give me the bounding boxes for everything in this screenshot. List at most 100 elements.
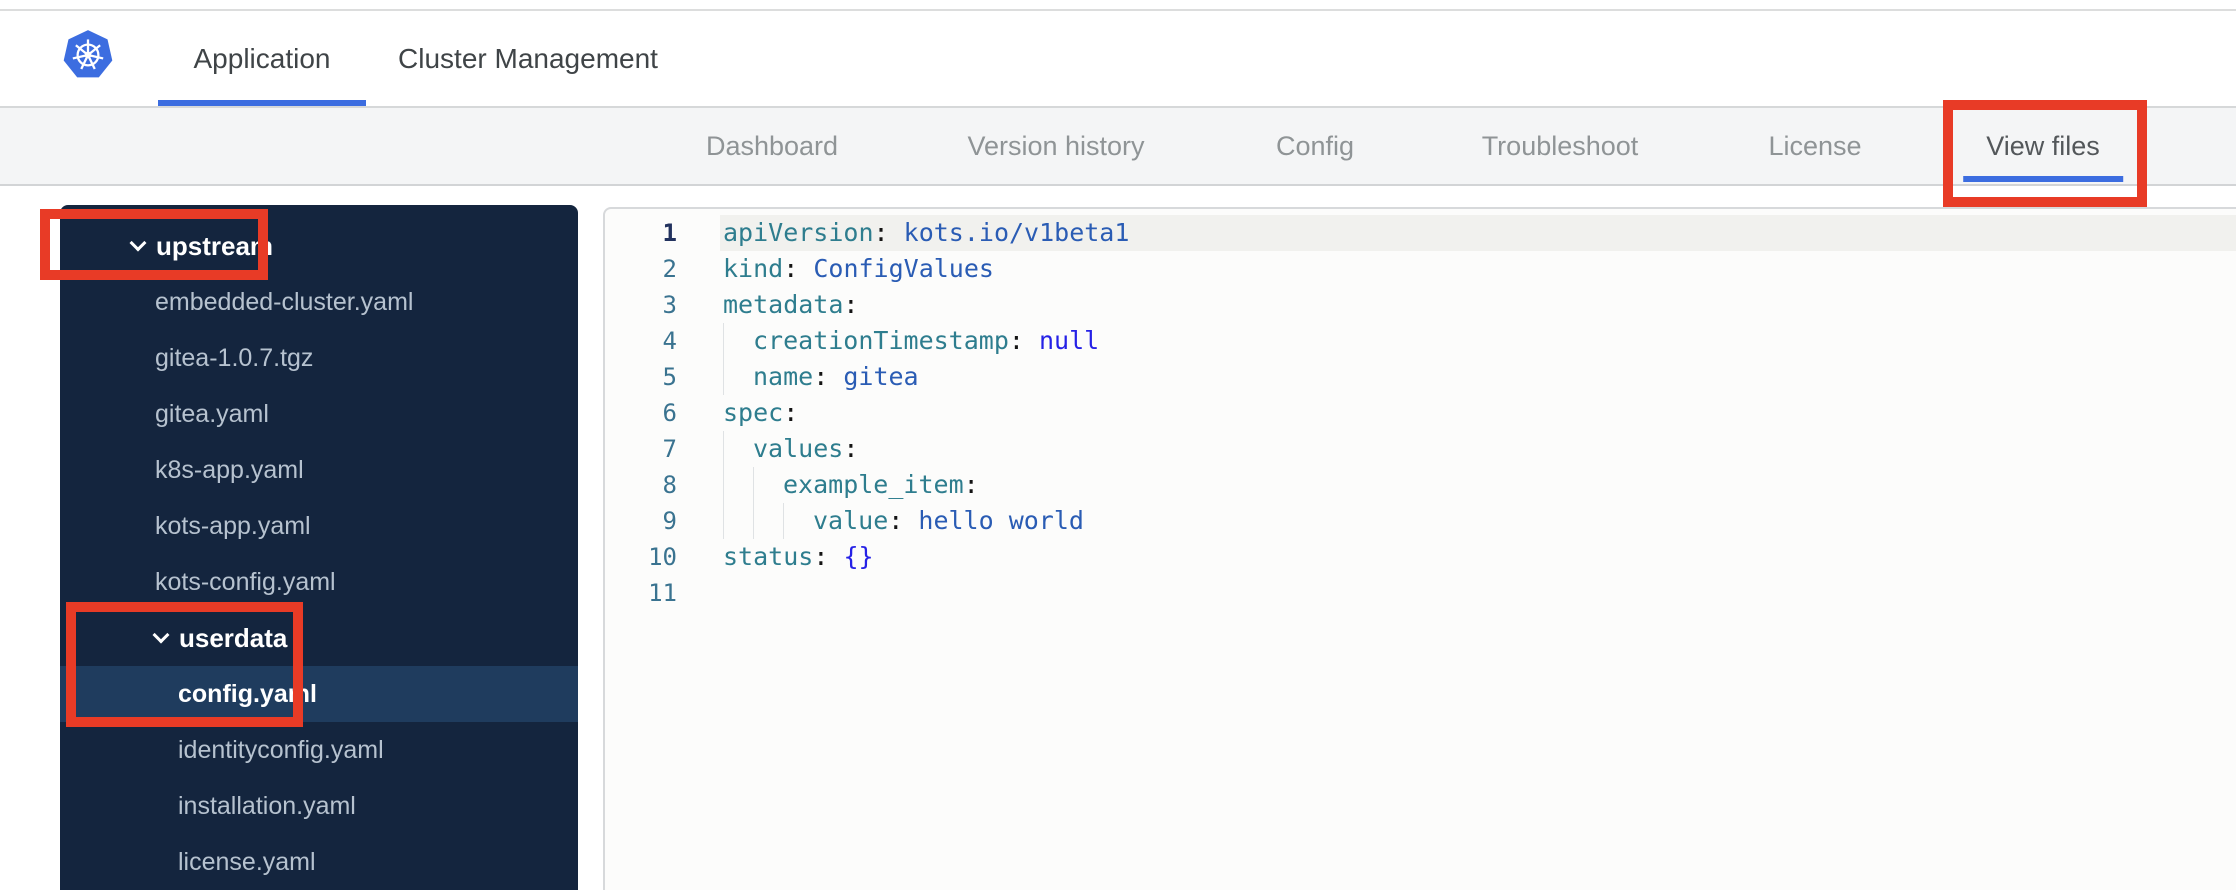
code-line-1: 1 apiVersion: kots.io/v1beta1 bbox=[605, 215, 2236, 251]
token-punc: : bbox=[813, 542, 829, 571]
line-number: 7 bbox=[662, 435, 677, 463]
tree-item-kots-app-yaml[interactable]: kots-app.yaml bbox=[60, 498, 578, 554]
code-line-7: 7 values: bbox=[605, 431, 2236, 467]
token-punc: : bbox=[843, 290, 859, 319]
code-line-10: 10 status: {} bbox=[605, 539, 2236, 575]
indent-guide bbox=[753, 503, 783, 539]
file-label: license.yaml bbox=[178, 848, 316, 876]
folder-label: upstream bbox=[156, 231, 274, 261]
editor-lines: 1 apiVersion: kots.io/v1beta1 2 kind: Confi… bbox=[605, 215, 2236, 611]
tree-item-k8s-app-yaml[interactable]: k8s-app.yaml bbox=[60, 442, 578, 498]
code-line-4: 4 creationTimestamp: null bbox=[605, 323, 2236, 359]
indent-guide bbox=[723, 467, 753, 503]
indent-guide bbox=[783, 503, 813, 539]
code-content: apiVersion: kots.io/v1beta1 bbox=[720, 215, 2236, 251]
token-punc: : bbox=[783, 398, 799, 427]
token-key: spec bbox=[723, 398, 784, 427]
file-label: config.yaml bbox=[178, 680, 317, 708]
tree-item-gitea-yaml[interactable]: gitea.yaml bbox=[60, 386, 578, 442]
file-label: identityconfig.yaml bbox=[178, 736, 384, 764]
topnav: Application Cluster Management bbox=[0, 11, 2236, 108]
token-key: kind bbox=[723, 254, 784, 283]
token-key: metadata bbox=[723, 290, 844, 319]
token-punc: : bbox=[843, 434, 859, 463]
indent-guide bbox=[723, 503, 753, 539]
tree-item-upstream[interactable]: upstream bbox=[60, 218, 578, 274]
tree-item-userdata[interactable]: userdata bbox=[60, 610, 578, 666]
subnav-tab-troubleshoot[interactable]: Troubleshoot bbox=[1482, 108, 1639, 184]
code-content: kind: ConfigValues bbox=[720, 251, 2236, 287]
token-value: ConfigValues bbox=[813, 254, 994, 283]
file-label: installation.yaml bbox=[178, 792, 356, 820]
line-number: 4 bbox=[662, 327, 677, 355]
yaml-editor[interactable]: 1 apiVersion: kots.io/v1beta1 2 kind: Confi… bbox=[603, 207, 2236, 890]
subnav-tab-license[interactable]: License bbox=[1768, 108, 1861, 184]
token-punc: : bbox=[963, 470, 979, 499]
file-label: gitea-1.0.7.tgz bbox=[155, 344, 314, 372]
code-content: values: bbox=[720, 431, 2236, 467]
code-content: value: hello world bbox=[720, 503, 2236, 539]
line-number: 3 bbox=[662, 291, 677, 319]
subnav-active-underline bbox=[1963, 176, 2123, 182]
file-label: embedded-cluster.yaml bbox=[155, 288, 414, 316]
tree-item-identityconfig-yaml[interactable]: identityconfig.yaml bbox=[60, 722, 578, 778]
indent-guide bbox=[723, 359, 753, 395]
tree-item-embedded-cluster-yaml[interactable]: embedded-cluster.yaml bbox=[60, 274, 578, 330]
file-label: kots-app.yaml bbox=[155, 512, 311, 540]
code-content: metadata: bbox=[720, 287, 2236, 323]
token-punc: : bbox=[888, 506, 904, 535]
chevron-down-icon bbox=[152, 626, 179, 643]
token-key: apiVersion bbox=[723, 218, 874, 247]
kubernetes-logo-icon bbox=[63, 30, 113, 78]
subnav-tab-view-files[interactable]: View files bbox=[1963, 108, 2123, 184]
code-line-5: 5 name: gitea bbox=[605, 359, 2236, 395]
subnav-tab-version-history[interactable]: Version history bbox=[967, 108, 1144, 184]
token-key: name bbox=[753, 362, 814, 391]
line-number: 6 bbox=[662, 399, 677, 427]
token-value: kots.io/v1beta1 bbox=[903, 218, 1130, 247]
token-value: gitea bbox=[843, 362, 919, 391]
token-value: hello world bbox=[918, 506, 1084, 535]
tree-item-installation-yaml[interactable]: installation.yaml bbox=[60, 778, 578, 834]
code-line-9: 9 value: hello world bbox=[605, 503, 2236, 539]
line-number: 9 bbox=[662, 507, 677, 535]
token-atom: null bbox=[1039, 326, 1100, 355]
code-line-3: 3 metadata: bbox=[605, 287, 2236, 323]
topnav-tab-cluster-management[interactable]: Cluster Management bbox=[398, 11, 658, 106]
tree-item-config-yaml[interactable]: config.yaml bbox=[60, 666, 578, 722]
topnav-active-underline bbox=[158, 100, 366, 106]
topnav-tab-application[interactable]: Application bbox=[194, 11, 331, 106]
token-atom: {} bbox=[843, 542, 874, 571]
line-number: 1 bbox=[662, 219, 677, 247]
chevron-down-icon bbox=[129, 234, 156, 251]
tree-item-kots-config-yaml[interactable]: kots-config.yaml bbox=[60, 554, 578, 610]
code-content: example_item: bbox=[720, 467, 2236, 503]
file-tree-sidebar: upstream embedded-cluster.yaml gitea-1.0.7… bbox=[60, 205, 578, 890]
line-number: 8 bbox=[662, 471, 677, 499]
subnav: Dashboard Version history Config Troublesho… bbox=[0, 108, 2236, 186]
code-line-2: 2 kind: ConfigValues bbox=[605, 251, 2236, 287]
tree-item-gitea-1-0-7-tgz[interactable]: gitea-1.0.7.tgz bbox=[60, 330, 578, 386]
indent-guide bbox=[723, 431, 753, 467]
token-key: values bbox=[753, 434, 844, 463]
code-content: creationTimestamp: null bbox=[720, 323, 2236, 359]
token-punc: : bbox=[813, 362, 829, 391]
tree-item-license-yaml[interactable]: license.yaml bbox=[60, 834, 578, 890]
token-key: example_item bbox=[783, 470, 964, 499]
token-key: creationTimestamp bbox=[753, 326, 1009, 355]
code-content: name: gitea bbox=[720, 359, 2236, 395]
kots-admin-console: Application Cluster Management Dashboard V… bbox=[0, 0, 2236, 890]
code-line-6: 6 spec: bbox=[605, 395, 2236, 431]
token-punc: : bbox=[783, 254, 799, 283]
file-tree: upstream embedded-cluster.yaml gitea-1.0.7… bbox=[60, 218, 578, 890]
line-number: 10 bbox=[648, 543, 677, 571]
subnav-tab-config[interactable]: Config bbox=[1276, 108, 1354, 184]
token-punc: : bbox=[873, 218, 889, 247]
indent-guide bbox=[753, 467, 783, 503]
subnav-tab-dashboard[interactable]: Dashboard bbox=[706, 108, 838, 184]
file-label: gitea.yaml bbox=[155, 400, 269, 428]
